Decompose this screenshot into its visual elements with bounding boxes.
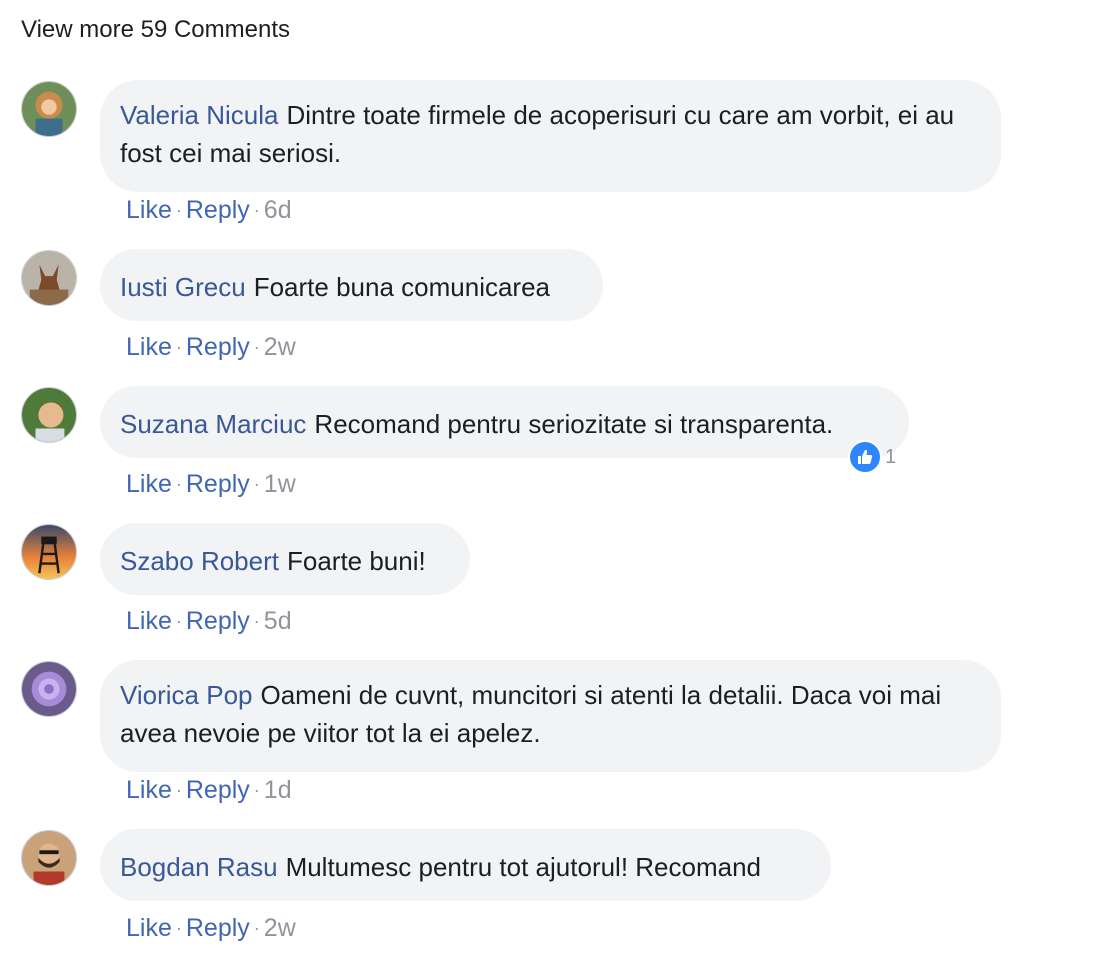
comment-author[interactable]: Suzana Marciuc [120,409,306,439]
comment-bubble: Bogdan Rasu Multumesc pentru tot ajutorul… [100,829,831,901]
separator: · [175,474,182,494]
separator: · [175,611,182,631]
comment-timestamp[interactable]: 6d [264,196,292,224]
comment-bubble: Szabo Robert Foarte buni! [100,523,470,595]
comment-bubble: Valeria Nicula Dintre toate firmele de ac… [100,80,1001,192]
comment-author[interactable]: Szabo Robert [120,546,279,576]
like-link[interactable]: Like [126,333,172,361]
comment-actions: Like · Reply · 2w [126,333,296,362]
like-link[interactable]: Like [126,776,172,804]
comment-timestamp[interactable]: 1d [264,776,292,804]
comment-author[interactable]: Bogdan Rasu [120,852,278,882]
reply-link[interactable]: Reply [186,914,250,942]
comment-actions: Like · Reply · 1d [126,776,292,805]
separator: · [253,780,260,800]
reply-link[interactable]: Reply [186,196,250,224]
comment-text: Recomand pentru seriozitate si transpare… [314,409,834,439]
reply-link[interactable]: Reply [186,470,250,498]
comment-actions: Like · Reply · 2w [126,914,296,943]
like-icon [848,440,882,474]
reply-link[interactable]: Reply [186,776,250,804]
separator: · [253,918,260,938]
comment-timestamp[interactable]: 1w [264,470,296,498]
comment-actions: Like · Reply · 1w [126,470,296,499]
reply-link[interactable]: Reply [186,333,250,361]
comment-text: Foarte buna comunicarea [253,272,551,302]
separator: · [253,200,260,220]
comment-author[interactable]: Valeria Nicula [120,100,278,130]
separator: · [253,474,260,494]
comment-bubble: Suzana Marciuc Recomand pentru seriozitat… [100,386,909,458]
separator: · [175,200,182,220]
reaction-count: 1 [885,445,897,468]
separator: · [253,337,260,357]
comment-author[interactable]: Viorica Pop [120,680,253,710]
separator: · [175,780,182,800]
comment-timestamp[interactable]: 5d [264,607,292,635]
avatar[interactable] [21,524,77,580]
comment-text: Foarte buni! [286,546,426,576]
avatar[interactable] [21,387,77,443]
comment-author[interactable]: Iusti Grecu [120,272,246,302]
like-link[interactable]: Like [126,196,172,224]
avatar[interactable] [21,661,77,717]
avatar[interactable] [21,81,77,137]
avatar[interactable] [21,830,77,886]
view-more-comments-link[interactable]: View more 59 Comments [21,16,290,44]
like-link[interactable]: Like [126,470,172,498]
separator: · [175,918,182,938]
comment-actions: Like · Reply · 6d [126,196,292,225]
like-link[interactable]: Like [126,914,172,942]
comment-actions: Like · Reply · 5d [126,607,292,636]
like-link[interactable]: Like [126,607,172,635]
comment-text: Multumesc pentru tot ajutorul! Recomand [285,852,762,882]
avatar[interactable] [21,250,77,306]
comment-bubble: Viorica Pop Oameni de cuvnt, muncitori si… [100,660,1001,772]
separator: · [253,611,260,631]
reaction-badge[interactable]: 1 [848,440,896,474]
comment-bubble: Iusti Grecu Foarte buna comunicarea [100,249,603,321]
comment-timestamp[interactable]: 2w [264,914,296,942]
separator: · [175,337,182,357]
reply-link[interactable]: Reply [186,607,250,635]
comment-timestamp[interactable]: 2w [264,333,296,361]
